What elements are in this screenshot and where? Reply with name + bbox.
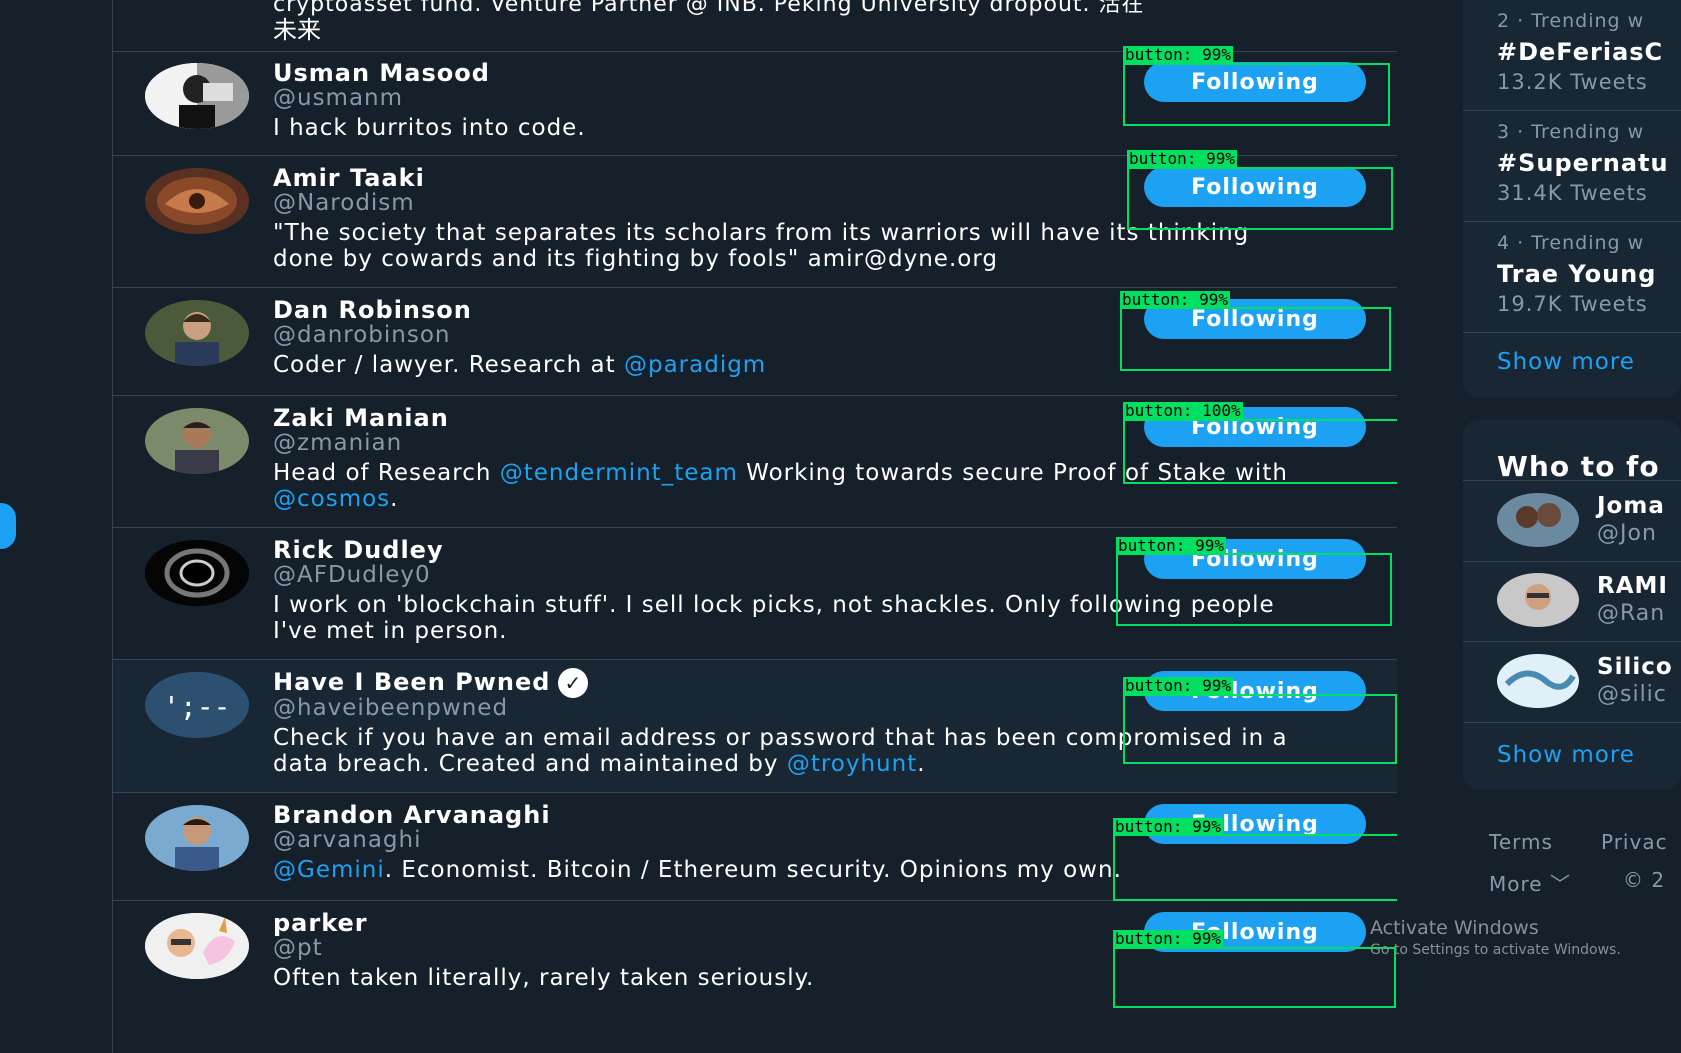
detection-label: button: 99% <box>1113 817 1223 836</box>
avatar <box>145 300 249 366</box>
trend-count: 13.2K Tweets <box>1497 70 1648 94</box>
footer-privacy-link[interactable]: Privac <box>1601 830 1668 854</box>
avatar <box>1497 654 1579 708</box>
trend-item[interactable]: 2 · Trending w #DeFeriasC 13.2K Tweets <box>1463 0 1681 111</box>
user-handle: @danrobinson <box>273 322 451 348</box>
fragment-line-1: cryptoasset fund. Venture Partner @ INB.… <box>273 0 1145 17</box>
trends-panel: 2 · Trending w #DeFeriasC 13.2K Tweets 3… <box>1463 0 1681 398</box>
trend-meta: 4 · Trending w <box>1497 232 1645 254</box>
detection-label: button: 99% <box>1127 149 1237 168</box>
user-handle: @haveibeenpwned <box>273 695 509 721</box>
detection-box <box>1123 694 1397 764</box>
avatar: ';-- <box>145 672 249 738</box>
bio-text: . <box>917 751 926 777</box>
trend-item[interactable]: 4 · Trending w Trae Young 19.7K Tweets <box>1463 222 1681 333</box>
trend-count: 31.4K Tweets <box>1497 181 1648 205</box>
trend-count: 19.7K Tweets <box>1497 292 1648 316</box>
detection-label: button: 99% <box>1123 45 1233 64</box>
svg-text:';--: ';-- <box>163 690 230 723</box>
detection-box <box>1113 947 1396 1008</box>
detection-label: button: 100% <box>1123 401 1243 420</box>
avatar <box>145 168 249 234</box>
footer-copyright: © 2 <box>1623 868 1666 892</box>
detection-box <box>1113 834 1398 901</box>
bio-text: . Economist. Bitcoin / Ethereum security… <box>384 857 1122 883</box>
avatar <box>145 408 249 474</box>
user-handle: @AFDudley0 <box>273 562 431 588</box>
who-to-follow-show-more-link[interactable]: Show more <box>1497 742 1635 768</box>
user-name-text: Have I Been Pwned <box>273 668 551 696</box>
detection-box <box>1116 553 1392 626</box>
compose-button-edge[interactable] <box>0 503 16 549</box>
avatar <box>1497 493 1579 547</box>
trend-item[interactable]: 3 · Trending w #Supernatu 31.4K Tweets <box>1463 111 1681 222</box>
suggestion-item[interactable]: Silico @silic <box>1463 642 1681 723</box>
trend-tag: #DeFeriasC <box>1497 38 1664 66</box>
trend-meta: 2 · Trending w <box>1497 10 1645 32</box>
detection-label: button: 99% <box>1113 929 1223 948</box>
footer-more-link[interactable]: More ﹀ <box>1489 868 1571 897</box>
footer-more-label: More <box>1489 872 1543 896</box>
trend-tag: #Supernatu <box>1497 149 1669 177</box>
user-name[interactable]: Usman Masood <box>273 59 490 87</box>
mention-link[interactable]: @tendermint_team <box>500 460 738 486</box>
detection-box <box>1120 307 1391 371</box>
mention-link[interactable]: @paradigm <box>624 352 766 378</box>
detection-box <box>1123 419 1398 484</box>
suggestion-item[interactable]: Joma @Jon <box>1463 480 1681 562</box>
user-handle: @Narodism <box>273 190 415 216</box>
user-handle: @pt <box>273 935 323 961</box>
user-name[interactable]: Have I Been Pwned ✓ <box>273 668 589 698</box>
suggestion-name: Joma <box>1597 493 1665 519</box>
suggestion-name: RAMI <box>1597 573 1668 599</box>
detection-box <box>1123 63 1390 126</box>
user-name[interactable]: parker <box>273 909 368 937</box>
avatar <box>145 805 249 871</box>
trend-tag: Trae Young <box>1497 260 1657 288</box>
avatar <box>145 63 249 129</box>
following-list: cryptoasset fund. Venture Partner @ INB.… <box>112 0 1399 1053</box>
user-name[interactable]: Rick Dudley <box>273 536 444 564</box>
user-handle: @zmanian <box>273 430 403 456</box>
who-to-follow-panel: Who to fo Joma @Jon RAMI @Ran Silico @si… <box>1463 420 1681 790</box>
trend-meta: 3 · Trending w <box>1497 121 1645 143</box>
suggestion-handle: @Jon <box>1597 521 1657 546</box>
user-name[interactable]: Amir Taaki <box>273 164 425 192</box>
fragment-line-2: 未来 <box>273 16 321 44</box>
detection-label: button: 99% <box>1120 290 1230 309</box>
avatar <box>1497 573 1579 627</box>
trends-show-more-link[interactable]: Show more <box>1497 349 1635 375</box>
user-name[interactable]: Dan Robinson <box>273 296 472 324</box>
user-handle: @arvanaghi <box>273 827 422 853</box>
bio-text: . <box>390 486 399 512</box>
detection-label: button: 99% <box>1123 676 1233 695</box>
user-name[interactable]: Brandon Arvanaghi <box>273 801 551 829</box>
user-handle: @usmanm <box>273 85 404 111</box>
suggestion-handle: @Ran <box>1597 601 1666 626</box>
left-gutter <box>0 0 112 1053</box>
avatar <box>145 913 249 979</box>
mention-link[interactable]: @Gemini <box>273 857 385 883</box>
bio-text: Coder / lawyer. Research at <box>273 352 624 378</box>
suggestion-item[interactable]: RAMI @Ran <box>1463 561 1681 642</box>
detection-label: button: 99% <box>1116 536 1226 555</box>
detection-box <box>1127 167 1393 230</box>
suggestion-name: Silico <box>1597 654 1673 680</box>
mention-link[interactable]: @troyhunt <box>787 751 917 777</box>
suggestion-handle: @silic <box>1597 682 1667 707</box>
right-sidebar: 2 · Trending w #DeFeriasC 13.2K Tweets 3… <box>1397 0 1681 1053</box>
who-to-follow-title: Who to fo <box>1497 450 1660 483</box>
user-name[interactable]: Zaki Manian <box>273 404 449 432</box>
activate-windows-title: Activate Windows <box>1370 917 1539 939</box>
mention-link[interactable]: @cosmos <box>273 486 390 512</box>
footer-terms-link[interactable]: Terms <box>1489 830 1553 854</box>
activate-windows-subtitle: Go to Settings to activate Windows. <box>1370 942 1621 958</box>
bio-text: "The society that separates its scholars… <box>273 220 1250 272</box>
chevron-down-icon: ﹀ <box>1549 872 1571 896</box>
avatar <box>145 540 249 606</box>
bio-text: Often taken literally, rarely taken seri… <box>273 965 815 991</box>
verified-badge-icon: ✓ <box>558 668 589 698</box>
bio-text: I hack burritos into code. <box>273 115 586 141</box>
bio-text: Head of Research <box>273 460 500 486</box>
